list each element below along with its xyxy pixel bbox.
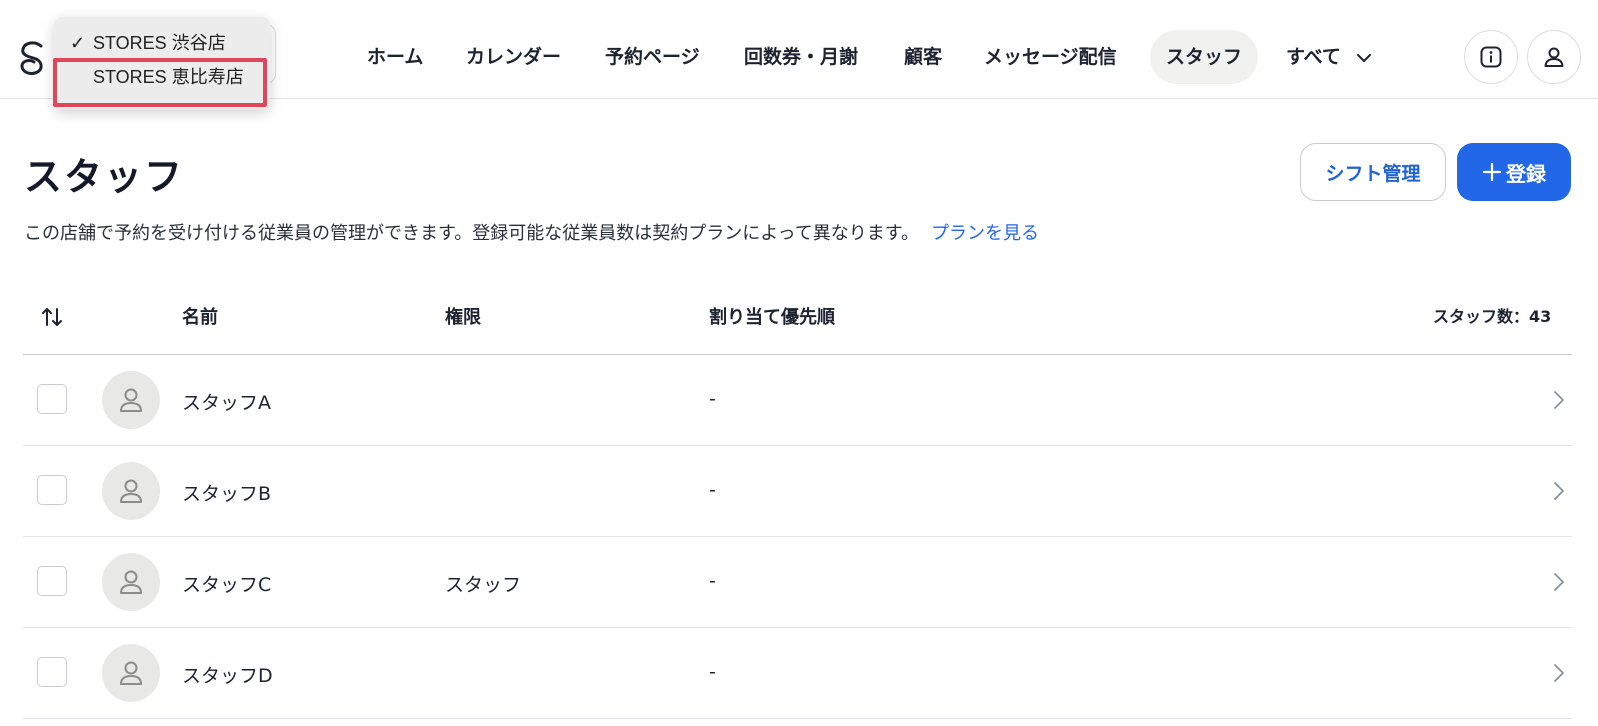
column-priority-header: 割り当て優先順 — [709, 307, 835, 328]
staff-name: スタッフD — [182, 665, 273, 687]
chevron-right-icon — [1554, 482, 1564, 500]
row-checkbox[interactable] — [37, 657, 67, 687]
avatar — [102, 553, 160, 611]
staff-name: スタッフB — [182, 483, 272, 505]
nav-messages[interactable]: メッセージ配信 — [984, 30, 1117, 84]
page-description: この店舗で予約を受け付ける従業員の管理ができます。登録可能な従業員数は契約プラン… — [24, 219, 1039, 245]
chevron-right-icon — [1554, 573, 1564, 591]
avatar — [102, 644, 160, 702]
register-button[interactable]: 登録 — [1457, 143, 1571, 201]
staff-name: スタッフA — [182, 392, 271, 414]
nav-staff[interactable]: スタッフ — [1150, 30, 1259, 84]
stores-logo-icon[interactable] — [16, 38, 52, 78]
register-label: 登録 — [1506, 161, 1546, 186]
staff-count: スタッフ数：43 — [1433, 307, 1552, 326]
sort-icon[interactable] — [40, 305, 64, 329]
staff-priority: - — [709, 479, 716, 501]
nav-customers[interactable]: 顧客 — [904, 30, 942, 84]
nav-all-label: すべて — [1286, 46, 1341, 68]
table-header: 名前 権限 割り当て優先順 スタッフ数：43 — [23, 289, 1572, 355]
user-icon — [120, 570, 142, 594]
staff-priority: - — [709, 661, 716, 683]
account-button[interactable] — [1527, 30, 1581, 84]
column-name-header: 名前 — [182, 307, 218, 328]
table-row[interactable]: スタッフC スタッフ - — [23, 537, 1572, 628]
check-icon: ✓ — [70, 33, 86, 53]
store-option-label: STORES 恵比寿店 — [93, 67, 244, 87]
table-row[interactable]: スタッフB - — [23, 446, 1572, 537]
user-icon — [120, 388, 142, 412]
column-role-header: 権限 — [445, 307, 481, 328]
user-icon — [120, 479, 142, 503]
nav-booking-page[interactable]: 予約ページ — [605, 30, 700, 84]
store-option-label: STORES 渋谷店 — [93, 33, 226, 53]
nav-all-menu[interactable]: すべて — [1286, 30, 1372, 84]
row-checkbox[interactable] — [37, 566, 67, 596]
plan-link[interactable]: プランを見る — [931, 223, 1039, 244]
store-option-ebisu[interactable]: STORES 恵比寿店 — [54, 60, 270, 94]
user-icon — [120, 661, 142, 685]
chevron-right-icon — [1554, 391, 1564, 409]
nav-home[interactable]: ホーム — [367, 30, 423, 84]
info-button[interactable] — [1464, 30, 1518, 84]
plus-icon — [1482, 162, 1502, 182]
nav-calendar[interactable]: カレンダー — [466, 30, 561, 84]
page-title: スタッフ — [24, 155, 185, 199]
avatar — [102, 371, 160, 429]
table-row[interactable]: スタッフA - — [23, 355, 1572, 446]
table-row[interactable]: スタッフD - — [23, 628, 1572, 719]
user-icon — [1544, 47, 1564, 67]
staff-priority: - — [709, 388, 716, 410]
info-icon — [1480, 46, 1502, 68]
shift-management-button[interactable]: シフト管理 — [1300, 143, 1446, 201]
chevron-down-icon — [1356, 53, 1371, 62]
store-option-shibuya[interactable]: ✓ STORES 渋谷店 — [54, 26, 270, 60]
staff-role: スタッフ — [445, 574, 522, 596]
row-checkbox[interactable] — [37, 384, 67, 414]
store-dropdown: ✓ STORES 渋谷店 STORES 恵比寿店 — [54, 17, 270, 109]
nav-tickets[interactable]: 回数券・月謝 — [744, 30, 858, 84]
description-text: この店舗で予約を受け付ける従業員の管理ができます。登録可能な従業員数は契約プラン… — [24, 223, 919, 244]
row-checkbox[interactable] — [37, 475, 67, 505]
staff-priority: - — [709, 570, 716, 592]
staff-table: スタッフA - スタッフB - スタッフC スタッフ - スタッフD - — [23, 355, 1572, 719]
avatar — [102, 462, 160, 520]
chevron-right-icon — [1554, 664, 1564, 682]
staff-name: スタッフC — [182, 574, 272, 596]
